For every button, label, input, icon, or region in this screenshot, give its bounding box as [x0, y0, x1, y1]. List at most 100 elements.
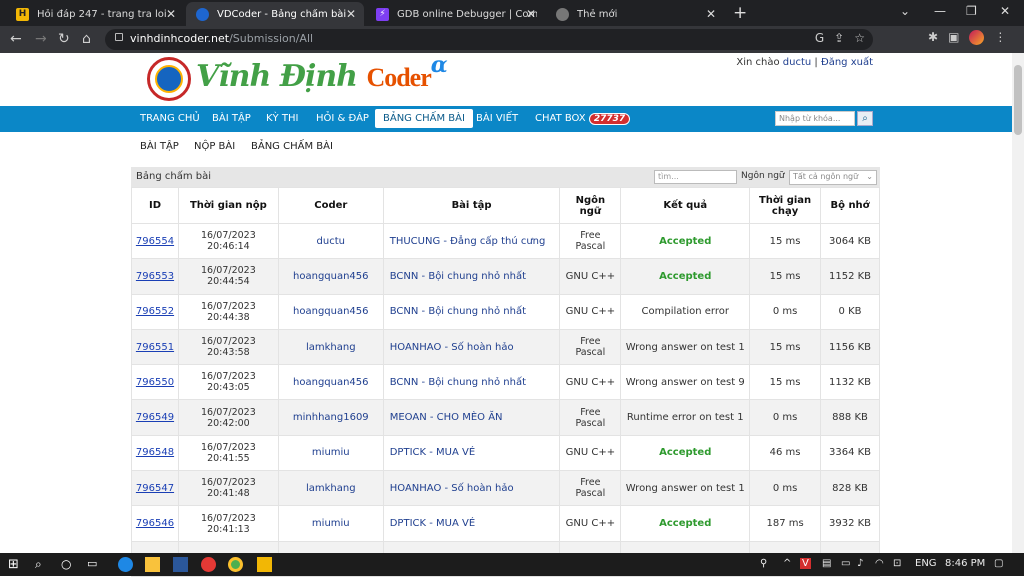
tab-search-icon[interactable]: ⌄ [900, 4, 910, 18]
problem-cell[interactable]: BCNN - Bội chung nhỏ nhất [382, 293, 561, 330]
school-seal-logo[interactable] [147, 57, 191, 101]
address-bar[interactable]: vinhdinhcoder.net/Submission/All G ⇪ ☆ [105, 29, 873, 50]
tab-title: Hỏi đáp 247 - trang tra loi [37, 8, 167, 20]
app-icon[interactable] [257, 557, 272, 572]
share-icon[interactable]: ⇪ [834, 31, 844, 45]
new-tab-icon[interactable]: + [733, 3, 747, 23]
close-window-icon[interactable]: ✕ [1000, 4, 1010, 18]
problem-cell[interactable]: THUCUNG - Đẳng cấp thú cưng [382, 222, 561, 260]
problem-cell[interactable]: MEOAN - CHO MÈO ĂN [382, 399, 561, 436]
close-tab-icon[interactable]: ✕ [166, 7, 176, 21]
opera-icon[interactable] [201, 557, 216, 572]
browser-tab[interactable]: ⚡ GDB online Debugger | Compiler ✕ [366, 2, 544, 26]
vpn-icon[interactable]: V [800, 558, 811, 569]
logout-link[interactable]: Đăng xuất [821, 57, 873, 68]
problem-cell[interactable]: DPTICK - MUA VÉ [382, 434, 561, 472]
page-scrollbar[interactable] [1012, 53, 1024, 553]
extensions-puzzle-icon[interactable]: ✱ [928, 30, 938, 45]
coder-cell[interactable]: miumiu [277, 434, 384, 472]
back-icon[interactable]: ← [10, 31, 22, 47]
nav-contests[interactable]: KỲ THI [266, 113, 298, 124]
coder-cell[interactable]: ductu [277, 222, 384, 260]
nav-submissions[interactable]: BẢNG CHẤM BÀI [375, 109, 473, 128]
coder-cell[interactable]: miumiu [277, 505, 384, 542]
submission-id-link[interactable]: 796548 [136, 447, 174, 458]
close-tab-icon[interactable]: ✕ [526, 7, 536, 21]
lock-icon[interactable] [115, 33, 123, 41]
subnav-submit[interactable]: NỘP BÀI [194, 141, 235, 152]
restore-icon[interactable]: ❐ [966, 4, 977, 18]
search-icon[interactable]: ⌕ [857, 111, 873, 126]
url-path: /Submission/All [229, 32, 314, 45]
scrollbar-thumb[interactable] [1014, 65, 1022, 135]
submission-id-link[interactable]: 796547 [136, 483, 174, 494]
file-explorer-icon[interactable] [145, 557, 160, 572]
problem-cell[interactable]: BCNN - Bội chung nhỏ nhất [382, 364, 561, 401]
bookmark-star-icon[interactable]: ☆ [854, 31, 865, 45]
coder-cell[interactable]: hoangquan456 [277, 293, 384, 330]
problem-cell[interactable]: DPTICK - MUA VÉ [382, 505, 561, 542]
notifications-icon[interactable]: ▢ [994, 558, 1003, 569]
problem-cell[interactable]: HOANHAO - Số hoàn hảo [382, 470, 561, 507]
coder-cell[interactable]: minhhang1609 [277, 399, 384, 436]
show-hidden-icons-icon[interactable]: ^ [783, 558, 791, 569]
coder-cell[interactable]: lamkhang [277, 328, 384, 366]
clock[interactable]: 8:46 PM [945, 558, 985, 569]
wifi-icon[interactable]: ◠ [875, 558, 884, 569]
submission-id-link[interactable]: 796551 [136, 342, 174, 353]
submission-id-link[interactable]: 796553 [136, 271, 174, 282]
input-language[interactable]: ENG [915, 558, 937, 569]
people-icon[interactable]: ⚲ [760, 558, 767, 569]
word-icon[interactable] [173, 557, 188, 572]
problem-cell[interactable]: HOANHAO - Số hoàn hảo [382, 328, 561, 366]
chrome-icon[interactable] [228, 557, 243, 572]
minimize-icon[interactable]: — [934, 4, 946, 18]
nav-home[interactable]: TRANG CHỦ [140, 113, 200, 124]
forward-icon[interactable]: → [35, 31, 47, 47]
network-icon[interactable]: ⊡ [893, 558, 901, 569]
nav-qa[interactable]: HỎI & ĐÁP [316, 113, 369, 124]
browser-tab[interactable]: H Hỏi đáp 247 - trang tra loi ✕ [6, 2, 184, 26]
google-icon[interactable]: G [815, 31, 824, 45]
submission-id-link[interactable]: 796552 [136, 306, 174, 317]
browser-tab[interactable]: Thẻ mới ✕ [546, 2, 724, 26]
coder-cell[interactable]: hoangquan456 [277, 364, 384, 401]
site-logo[interactable]: Vĩnh Định Coderα [196, 52, 448, 94]
table-row: 796551 16/07/2023 20:43:58 lamkhang HOANHAO … [131, 328, 880, 366]
profile-avatar[interactable] [969, 30, 985, 45]
more-menu-icon[interactable]: ⋮ [994, 30, 1006, 45]
submission-id-link[interactable]: 796550 [136, 377, 174, 388]
close-tab-icon[interactable]: ✕ [346, 7, 356, 21]
reload-icon[interactable]: ↻ [58, 31, 70, 47]
submission-id-cell: 796551 [131, 328, 179, 366]
logo-alpha-text: α [430, 52, 448, 78]
search-filter-input[interactable]: tìm... [654, 170, 737, 184]
nav-chatbox[interactable]: CHAT BOX 27737 [535, 113, 631, 125]
logo-main-text: Vĩnh Định [196, 59, 367, 94]
search-icon[interactable]: ⌕ [35, 557, 50, 572]
submission-id-link[interactable]: 796546 [136, 518, 174, 529]
app-tray-icon[interactable]: ▤ [822, 558, 831, 569]
battery-icon[interactable]: ▭ [841, 558, 850, 569]
task-view-icon[interactable]: ▭ [87, 557, 102, 572]
problem-cell[interactable]: BCNN - Bội chung nhỏ nhất [382, 258, 561, 295]
nav-exercises[interactable]: BÀI TẬP [212, 113, 251, 124]
edge-icon[interactable] [118, 557, 133, 572]
subnav-exercises[interactable]: BÀI TẬP [140, 141, 179, 152]
language-filter-select[interactable]: Tất cả ngôn ngữ ⌄ [789, 170, 877, 185]
coder-cell[interactable]: lamkhang [277, 470, 384, 507]
home-icon[interactable]: ⌂ [82, 31, 91, 47]
coder-cell[interactable]: hoangquan456 [277, 258, 384, 295]
close-tab-icon[interactable]: ✕ [706, 7, 716, 21]
username-link[interactable]: ductu [783, 57, 811, 68]
windows-start-icon[interactable]: ⊞ [8, 557, 23, 572]
submission-id-link[interactable]: 796554 [136, 236, 174, 247]
nav-articles[interactable]: BÀI VIẾT [476, 113, 518, 124]
submission-id-link[interactable]: 796549 [136, 412, 174, 423]
browser-tab-active[interactable]: VDCoder - Bảng chấm bài ✕ [186, 2, 364, 26]
volume-icon[interactable]: ♪ [857, 558, 863, 569]
site-search-input[interactable]: Nhập từ khóa... [775, 111, 855, 126]
cortana-icon[interactable]: ○ [61, 557, 76, 572]
subnav-submissions[interactable]: BẢNG CHẤM BÀI [251, 141, 333, 152]
side-panel-icon[interactable]: ▣ [948, 30, 959, 45]
